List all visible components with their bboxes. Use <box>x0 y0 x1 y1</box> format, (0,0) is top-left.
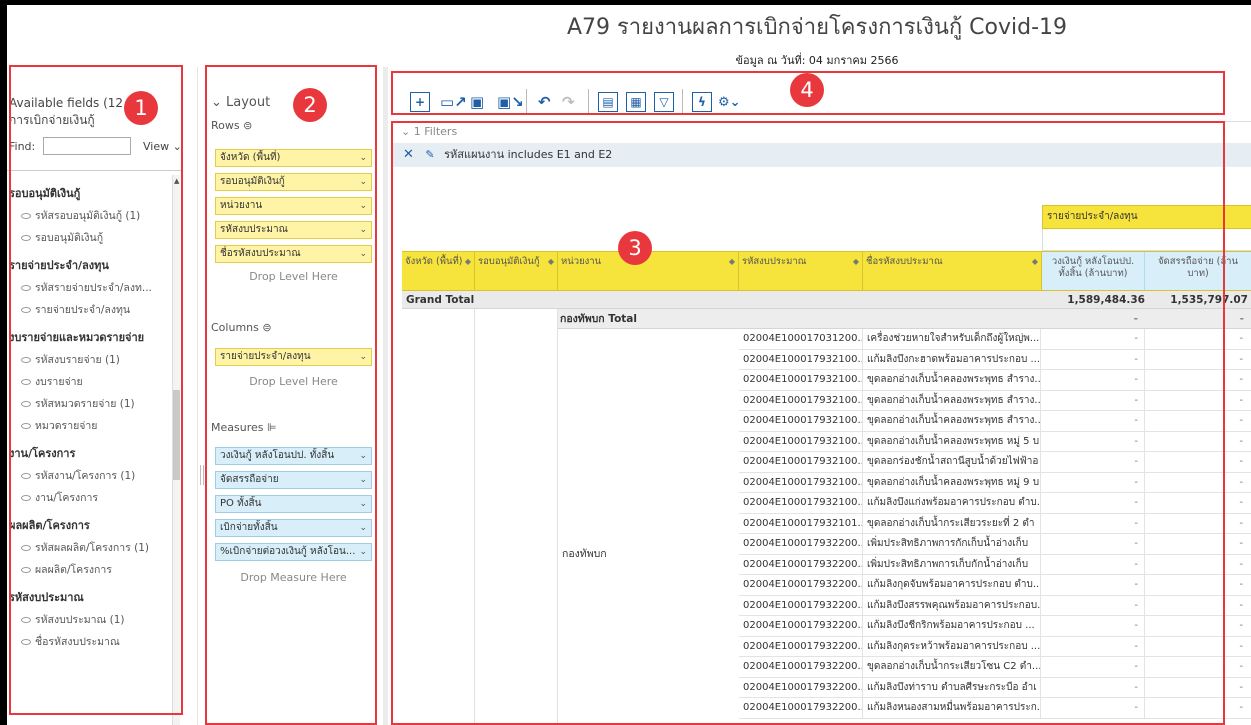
report-title: A79 รายงานผลการเบิกจ่ายโครงการเงินกู้ Co… <box>566 15 1068 40</box>
annotation-box-2 <box>205 65 377 725</box>
app-window: A79 รายงานผลการเบิกจ่ายโครงการเงินกู้ Co… <box>7 5 1251 725</box>
annotation-badge-3: 3 <box>618 231 652 265</box>
resize-grip[interactable] <box>200 465 204 485</box>
annotation-badge-1: 1 <box>124 91 158 125</box>
report-date: ข้อมูล ณ วันที่: 04 มกราคม 2566 <box>735 54 899 67</box>
annotation-badge-4: 4 <box>790 73 824 107</box>
annotation-badge-2: 2 <box>293 88 327 122</box>
annotation-box-3 <box>391 121 1225 725</box>
annotation-box-1 <box>9 65 183 715</box>
